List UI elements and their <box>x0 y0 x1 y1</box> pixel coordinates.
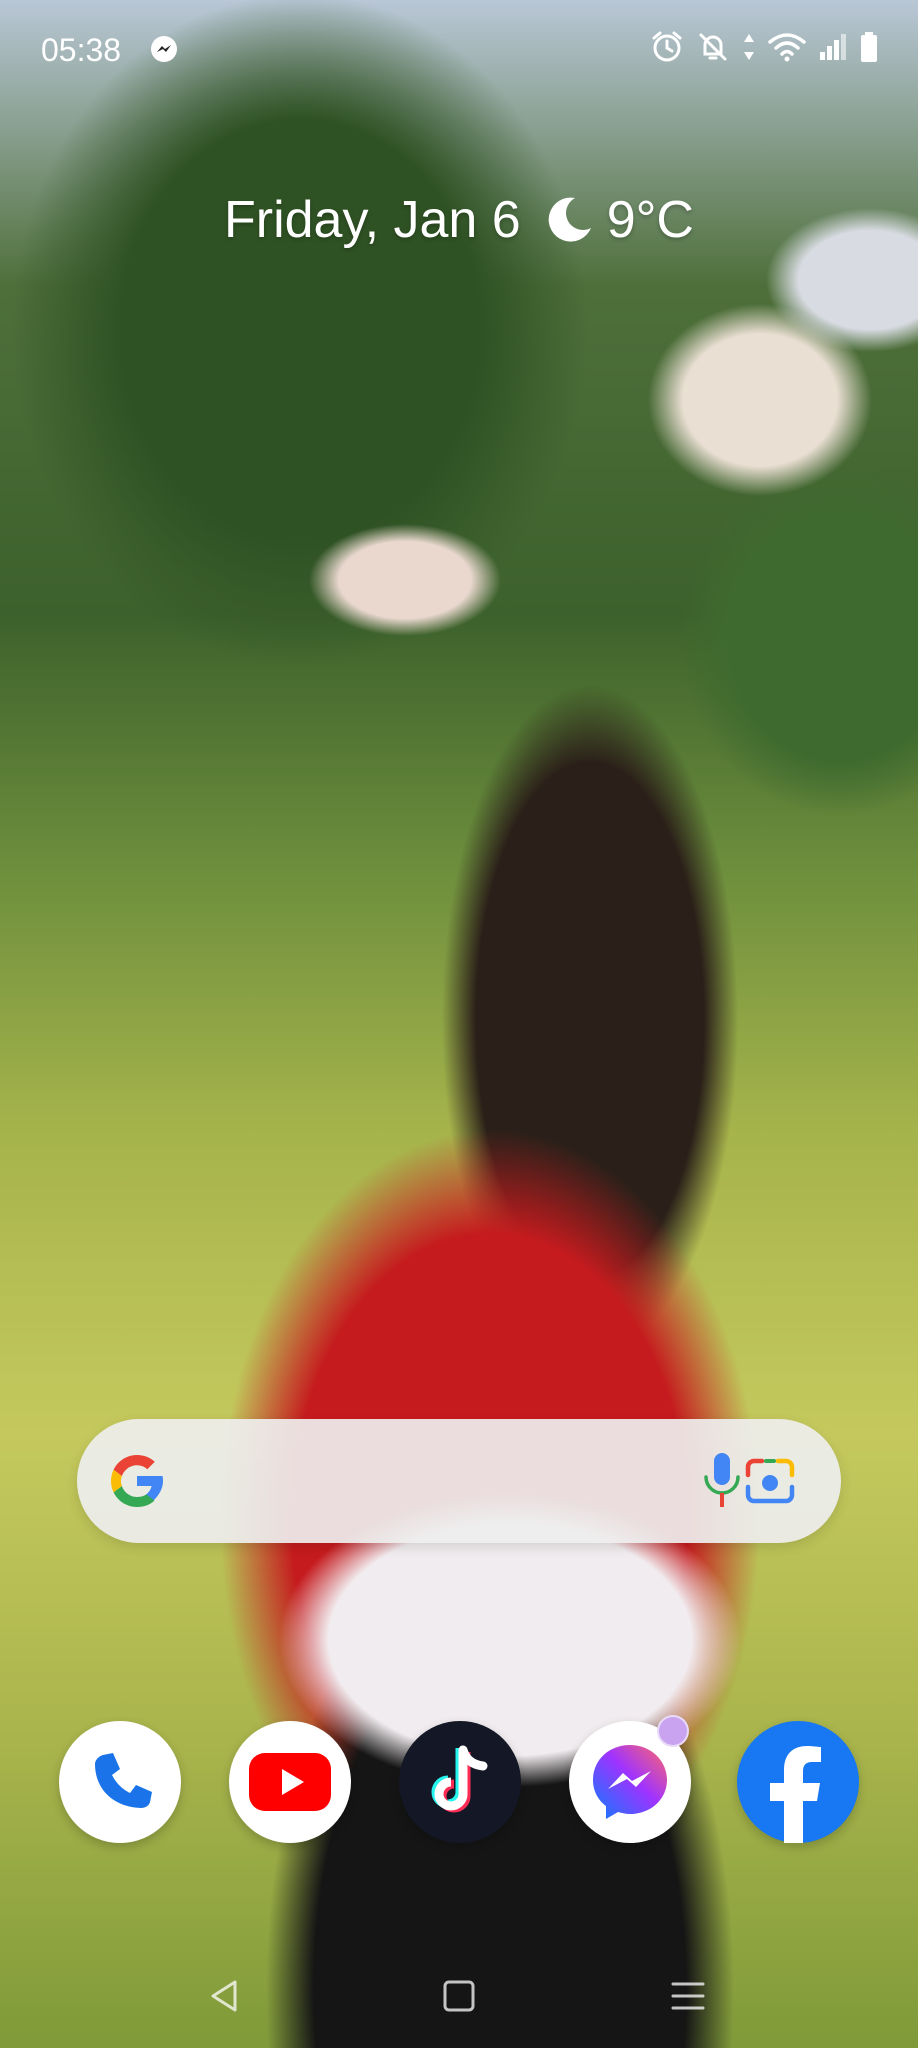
app-dock <box>59 1715 859 1845</box>
signal-icon <box>820 34 846 60</box>
messenger-app[interactable] <box>569 1715 691 1843</box>
notification-badge <box>657 1715 689 1747</box>
recents-button[interactable] <box>664 1972 712 2020</box>
camera-lens-icon[interactable] <box>742 1453 798 1509</box>
recents-icon <box>671 1982 705 2010</box>
phone-app[interactable] <box>59 1721 181 1843</box>
messenger-icon <box>593 1745 667 1819</box>
status-bar: 05:38 <box>0 0 918 104</box>
data-arrows-icon <box>744 34 754 60</box>
date-weather-widget[interactable]: Friday, Jan 6 9°C <box>0 190 918 250</box>
wifi-icon <box>768 33 806 62</box>
mic-icon[interactable] <box>698 1449 746 1513</box>
google-g-icon <box>111 1455 163 1507</box>
youtube-app[interactable] <box>229 1721 351 1843</box>
alarm-icon <box>652 31 682 62</box>
tiktok-icon <box>431 1745 488 1813</box>
facebook-app[interactable] <box>737 1721 859 1843</box>
facebook-icon <box>770 1746 821 1843</box>
battery-icon <box>861 32 877 62</box>
back-button[interactable] <box>200 1972 248 2020</box>
phone-icon <box>95 1753 152 1808</box>
youtube-icon <box>249 1753 331 1811</box>
status-time: 05:38 <box>41 32 122 68</box>
home-button[interactable] <box>435 1972 483 2020</box>
messenger-notification-icon <box>151 36 177 62</box>
status-icons <box>650 30 878 64</box>
google-search-bar[interactable] <box>77 1419 841 1543</box>
bell-muted-icon <box>699 33 727 61</box>
date-text: Friday, Jan 6 <box>224 191 521 249</box>
back-icon <box>211 1980 237 2012</box>
home-screen: 05:38 Friday, Jan 6 9°C <box>0 0 918 2048</box>
tiktok-app[interactable] <box>399 1721 521 1843</box>
home-icon <box>443 1980 475 2012</box>
moon-icon <box>548 197 591 242</box>
navigation-bar <box>0 1950 918 2040</box>
temperature-text: 9°C <box>606 191 694 249</box>
